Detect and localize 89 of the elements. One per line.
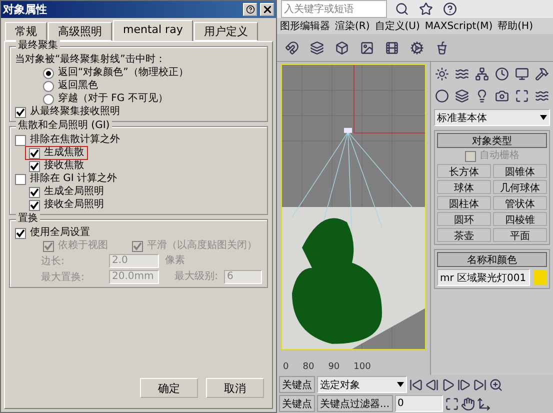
- object-button[interactable]: 茶壶: [437, 228, 491, 242]
- checkbox[interactable]: [15, 174, 26, 184]
- dialog-button[interactable]: 确定: [140, 378, 198, 398]
- checkbox-label: 排除在 GI 计算之外: [30, 173, 118, 185]
- timeline-tick: 80: [302, 362, 314, 372]
- selection-dropdown[interactable]: 选定对象: [317, 376, 407, 393]
- group-title: 置换: [16, 213, 40, 225]
- checkbox-label: 使用全局设置: [30, 227, 90, 239]
- sun-icon[interactable]: [434, 65, 451, 83]
- checkbox[interactable]: [15, 134, 26, 146]
- checkbox-label: 生成焦散: [44, 147, 84, 159]
- caret-icon: [540, 115, 547, 120]
- radio-button[interactable]: [43, 94, 54, 104]
- radio-label: 返回黑色: [58, 80, 98, 92]
- pan-icon[interactable]: [460, 394, 475, 412]
- help-icon: [246, 5, 254, 14]
- sphere-icon[interactable]: [434, 87, 451, 105]
- field-label: 最大级别:: [174, 270, 218, 282]
- checkbox-label: 排除在焦散计算之外: [30, 134, 120, 146]
- checkbox[interactable]: [15, 228, 26, 238]
- layers-icon[interactable]: [308, 38, 326, 56]
- box-icon[interactable]: [333, 38, 351, 56]
- tab[interactable]: 常规: [5, 22, 47, 41]
- color-swatch[interactable]: [534, 270, 547, 285]
- close-button[interactable]: [260, 3, 274, 16]
- radio-button[interactable]: [43, 80, 54, 92]
- key-filters-button[interactable]: 关键点过滤器...: [317, 395, 393, 412]
- help-button[interactable]: [243, 3, 257, 16]
- object-button[interactable]: 球体: [437, 180, 491, 194]
- tab[interactable]: mental ray: [113, 20, 193, 41]
- star-icon[interactable]: [417, 0, 435, 18]
- checkbox[interactable]: [15, 106, 26, 118]
- tab[interactable]: 用户定义: [194, 22, 258, 41]
- menu-item[interactable]: 自定义(U): [374, 19, 420, 33]
- menu-item[interactable]: MAXScript(M): [424, 20, 493, 32]
- frame-field[interactable]: 0: [394, 395, 443, 412]
- prompt-text: 当对象被“最终聚集射线”击中时：: [15, 54, 166, 66]
- menu-item[interactable]: 图形编辑器: [280, 19, 330, 33]
- checkbox[interactable]: [29, 148, 40, 158]
- checkbox-label: 接收焦散: [44, 160, 84, 172]
- group-title: 最终聚集: [16, 40, 60, 52]
- key-button[interactable]: 关键点: [279, 395, 315, 412]
- field-label: 最大置换:: [41, 270, 86, 284]
- checkbox-label: 生成全局照明: [44, 186, 104, 198]
- search-field[interactable]: 入关键字或短语: [281, 0, 387, 18]
- rollout-header[interactable]: 名称和颜色: [437, 252, 547, 267]
- checkbox-label: 接收全局照明: [44, 199, 104, 211]
- object-button[interactable]: 几何球体: [493, 180, 547, 194]
- checkbox[interactable]: [29, 200, 40, 210]
- timeline-tick: 90: [328, 362, 340, 372]
- checkbox[interactable]: [29, 186, 40, 198]
- clock-icon[interactable]: [493, 65, 510, 83]
- timeline-tick: 0: [283, 362, 289, 372]
- object-button[interactable]: 平面: [493, 228, 547, 242]
- checkbox-label: 自动栅格: [480, 150, 520, 162]
- help-icon[interactable]: [441, 0, 459, 18]
- checkbox-label: 从最终聚集接收照明: [30, 106, 120, 118]
- unit-label: 像素: [165, 254, 185, 266]
- key-button[interactable]: 关键点: [279, 376, 315, 393]
- tab[interactable]: 高级照明: [48, 22, 112, 41]
- object-button[interactable]: 圆环: [437, 212, 491, 226]
- caret-icon: [397, 382, 404, 387]
- checkbox[interactable]: [29, 160, 40, 172]
- checkbox-label: 平滑（以高度贴图关闭）: [147, 240, 257, 252]
- rollout-header[interactable]: 对象类型: [437, 133, 547, 148]
- object-button[interactable]: 长方体: [437, 164, 491, 178]
- object-button[interactable]: 圆锥体: [493, 164, 547, 178]
- gear-icon[interactable]: [408, 38, 426, 56]
- radio-label: 穿越（对于 FG 不可见）: [58, 93, 168, 105]
- menu-item[interactable]: 渲染(R): [335, 19, 370, 33]
- timeline-tick: 100: [354, 362, 371, 372]
- object-button[interactable]: 四棱锥: [493, 212, 547, 226]
- radio-button[interactable]: [43, 68, 54, 78]
- close-icon: [264, 6, 270, 13]
- monitor-icon[interactable]: [513, 65, 530, 83]
- dialog-button[interactable]: 取消: [206, 378, 264, 398]
- hierarchy-icon[interactable]: [474, 65, 490, 83]
- object-button[interactable]: 管状体: [493, 196, 547, 210]
- object-button[interactable]: 圆柱体: [437, 196, 491, 210]
- hammer-icon[interactable]: [533, 65, 550, 83]
- name-field[interactable]: mr 区域聚光灯001: [437, 269, 530, 286]
- magnet-icon[interactable]: [283, 38, 301, 56]
- category-dropdown[interactable]: 标准基本体: [434, 109, 550, 126]
- menu-item[interactable]: 帮助(H): [498, 19, 533, 33]
- group-title: 焦散和全局照明 (GI): [16, 120, 112, 132]
- checkbox-label: 依赖于视图: [58, 240, 108, 252]
- field-label: 边长:: [41, 254, 66, 268]
- window-title: 对象属性: [3, 2, 48, 17]
- radio-label: 返回“对象颜色”（物理校正）: [58, 67, 188, 79]
